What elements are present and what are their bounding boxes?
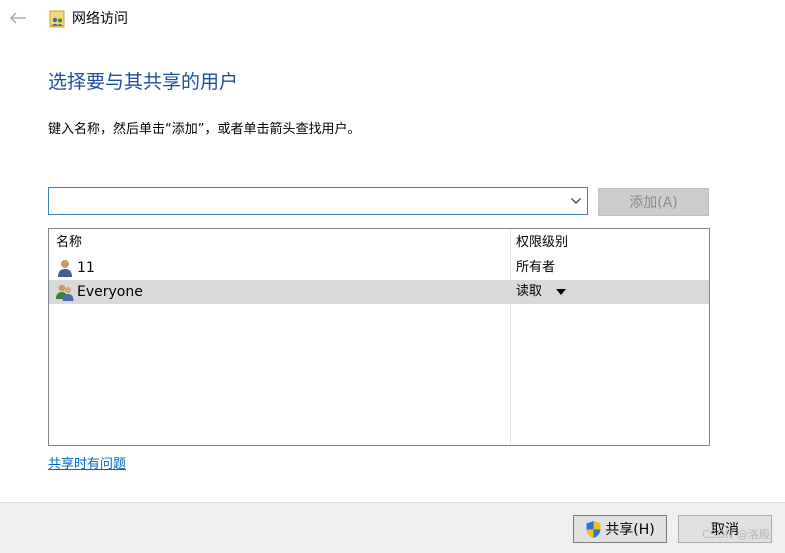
user-name-input[interactable] (53, 191, 557, 213)
instructions-text: 键入名称，然后单击“添加”，或者单击箭头查找用户。 (48, 122, 361, 137)
back-button[interactable] (6, 8, 30, 28)
share-button-label: 共享(H) (605, 522, 655, 538)
watermark: CSDN @洛殿 (702, 528, 770, 541)
user-name: 11 (77, 260, 95, 276)
sharing-problems-link[interactable]: 共享时有问题 (48, 455, 126, 475)
add-button[interactable]: 添加(A) (598, 188, 709, 216)
user-name: Everyone (77, 284, 143, 300)
list-row-everyone[interactable]: Everyone 读取 (49, 280, 709, 304)
list-row-user-11[interactable]: 11 所有者 (49, 256, 709, 280)
uac-shield-icon (586, 520, 601, 538)
users-list[interactable]: 名称 权限级别 11 所有者 Everyone 读取 (48, 228, 710, 446)
share-button[interactable]: 共享(H) (573, 515, 667, 543)
dialog-footer: 共享(H) 取消 (0, 502, 785, 553)
back-arrow-icon (10, 12, 26, 24)
dropdown-arrow-icon[interactable] (556, 289, 566, 295)
window-title: 网络访问 (72, 11, 128, 27)
permission-level: 所有者 (516, 260, 556, 275)
chevron-down-icon[interactable] (569, 194, 583, 208)
list-header: 名称 权限级别 (49, 229, 709, 255)
permission-level-dropdown[interactable]: 读取 (516, 282, 542, 302)
user-name-combobox[interactable] (48, 187, 588, 215)
column-header-name[interactable]: 名称 (56, 233, 82, 253)
network-access-window: 网络访问 选择要与其共享的用户 键入名称，然后单击“添加”，或者单击箭头查找用户… (0, 0, 785, 553)
network-share-folder-icon (49, 10, 65, 28)
single-user-icon (58, 260, 72, 277)
column-header-permission[interactable]: 权限级别 (516, 233, 568, 253)
user-group-icon (56, 284, 74, 301)
page-heading: 选择要与其共享的用户 (48, 71, 239, 93)
